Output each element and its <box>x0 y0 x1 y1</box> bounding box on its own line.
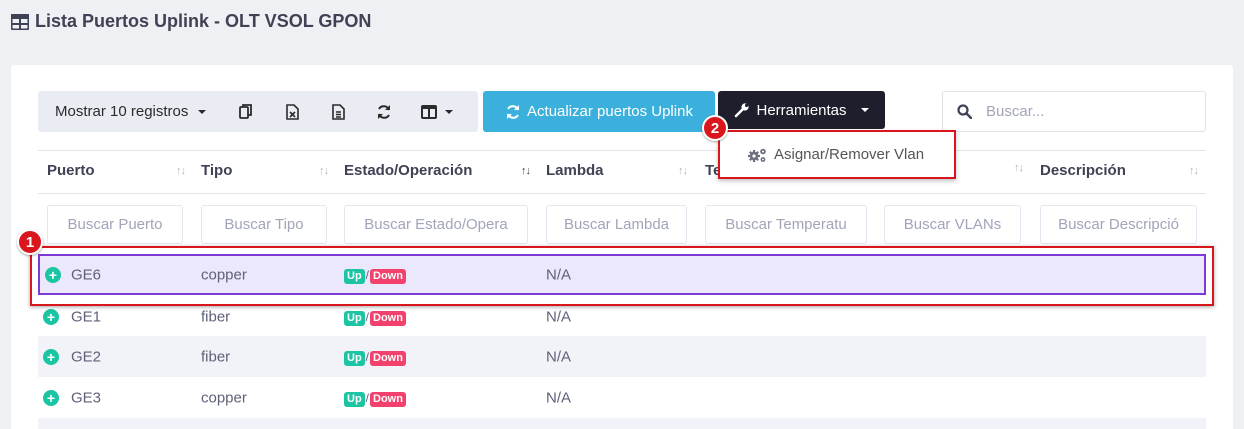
column-header-label: Puerto <box>47 162 95 179</box>
column-header-label: Lambda <box>546 162 604 179</box>
status-badge-down: Down <box>370 350 406 366</box>
table-icon <box>11 13 29 30</box>
csv-icon <box>331 103 345 120</box>
status-badge-up: Up <box>344 350 365 366</box>
cell-tipo: fiber <box>201 348 231 365</box>
cell-lambda: N/A <box>546 308 572 325</box>
filter-lambda-input[interactable] <box>546 205 687 244</box>
copy-icon <box>239 103 252 119</box>
cell-lambda: N/A <box>546 389 572 406</box>
column-visibility-button[interactable] <box>407 91 467 132</box>
columns-icon <box>421 104 437 119</box>
header-top-divider <box>38 150 1206 151</box>
row-highlight-annotation <box>30 246 1214 306</box>
sort-icon: ↑↓ <box>521 164 531 177</box>
search-container <box>942 91 1206 132</box>
callout-badge-1: 1 <box>17 229 43 255</box>
column-header-label: Tipo <box>201 162 233 179</box>
table-row[interactable] <box>38 418 1206 429</box>
filter-puerto-input[interactable] <box>47 205 183 244</box>
cell-estado: Up / Down <box>344 389 406 407</box>
wrench-icon <box>735 103 750 118</box>
callout-badge-2: 2 <box>702 115 728 141</box>
header-bottom-divider <box>38 193 1206 194</box>
tools-dropdown-button[interactable]: Herramientas <box>718 91 885 129</box>
update-uplink-label: Actualizar puertos Uplink <box>527 103 693 120</box>
sort-icon: ↑↓ <box>678 164 688 177</box>
filter-descripcion-input[interactable] <box>1040 205 1197 244</box>
expand-row-icon[interactable]: + <box>43 348 59 365</box>
status-badge-up: Up <box>344 391 365 407</box>
status-badge-down: Down <box>370 391 406 407</box>
expand-row-icon[interactable]: + <box>43 308 59 325</box>
column-header-vlans[interactable]: ↑↓ <box>1005 162 1024 174</box>
expand-row-icon[interactable]: + <box>43 389 59 406</box>
column-header-estado[interactable]: Estado/Operación ↑↓ <box>344 162 531 179</box>
sort-icon: ↑↓ <box>1014 162 1024 174</box>
search-input[interactable] <box>986 103 1186 120</box>
page-title: Lista Puertos Uplink - OLT VSOL GPON <box>11 11 371 32</box>
chevron-down-icon <box>445 109 453 114</box>
cell-estado: Up / Down <box>344 348 406 366</box>
excel-icon <box>285 103 299 120</box>
status-separator: / <box>365 349 370 364</box>
filter-tipo-input[interactable] <box>201 205 327 244</box>
status-separator: / <box>365 390 370 405</box>
chevron-down-icon <box>860 108 869 112</box>
reload-button[interactable] <box>361 91 407 132</box>
page-length-label: Mostrar 10 registros <box>55 103 189 120</box>
cell-estado: Up / Down <box>344 308 406 326</box>
filter-vlans-input[interactable] <box>884 205 1021 244</box>
filter-temperatura-input[interactable] <box>705 205 867 244</box>
column-header-tipo[interactable]: Tipo ↑↓ <box>201 162 329 179</box>
gears-icon <box>748 148 766 162</box>
copy-button[interactable] <box>223 91 269 132</box>
cell-puerto: GE2 <box>71 348 102 365</box>
column-header-label: Descripción <box>1040 162 1126 179</box>
update-uplink-button[interactable]: Actualizar puertos Uplink <box>483 91 715 132</box>
status-badge-up: Up <box>344 310 365 326</box>
table-row[interactable]: + GE3 copper Up / Down N/A <box>38 377 1206 418</box>
page-length-button[interactable]: Mostrar 10 registros <box>38 91 223 132</box>
sort-icon: ↑↓ <box>1189 164 1199 177</box>
table-row[interactable]: + GE2 fiber Up / Down N/A <box>38 336 1206 377</box>
refresh-icon <box>378 104 390 119</box>
sort-icon: ↑↓ <box>319 164 329 177</box>
cell-puerto: GE3 <box>71 389 102 406</box>
tools-dropdown-menu[interactable]: Asignar/Remover Vlan <box>718 130 956 179</box>
cell-tipo: fiber <box>201 308 231 325</box>
page-title-text: Lista Puertos Uplink - OLT VSOL GPON <box>35 11 372 31</box>
csv-button[interactable] <box>315 91 361 132</box>
chevron-down-icon <box>198 109 207 114</box>
status-separator: / <box>365 309 370 324</box>
search-icon <box>957 104 972 119</box>
excel-button[interactable] <box>269 91 315 132</box>
cell-puerto: GE1 <box>71 308 102 325</box>
assign-vlan-menu-item[interactable]: Asignar/Remover Vlan <box>774 146 924 163</box>
cell-tipo: copper <box>201 389 247 406</box>
tools-label: Herramientas <box>756 101 847 119</box>
sort-icon: ↑↓ <box>176 164 186 177</box>
column-header-lambda[interactable]: Lambda ↑↓ <box>546 162 688 179</box>
cell-lambda: N/A <box>546 348 572 365</box>
status-badge-down: Down <box>370 310 406 326</box>
export-toolbar: Mostrar 10 registros <box>38 91 478 132</box>
column-header-descripcion[interactable]: Descripción ↑↓ <box>1040 162 1199 179</box>
sync-icon <box>507 104 520 119</box>
filter-estado-input[interactable] <box>344 205 528 244</box>
column-header-label: Estado/Operación <box>344 162 473 179</box>
column-header-puerto[interactable]: Puerto ↑↓ <box>47 162 186 179</box>
